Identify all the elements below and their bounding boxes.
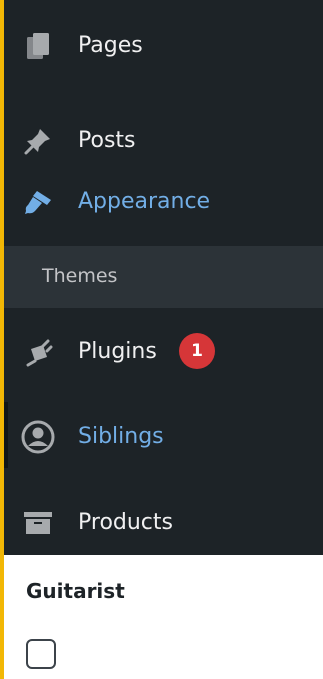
- sidebar-item-label: Appearance: [78, 189, 211, 214]
- sidebar-item-posts[interactable]: Posts: [4, 117, 323, 165]
- sidebar-item-appearance[interactable]: Appearance: [4, 178, 323, 226]
- sidebar-item-plugins[interactable]: Plugins 1: [4, 328, 323, 376]
- submenu-appearance: Themes: [4, 246, 323, 308]
- archive-icon: [21, 506, 55, 540]
- paintbrush-icon: [21, 185, 55, 219]
- screenshot-frame: Pages Posts Appearance Themes Plugins 1 …: [0, 0, 323, 679]
- guitarist-field-label: Guitarist: [26, 579, 125, 603]
- guitarist-checkbox[interactable]: [26, 639, 56, 669]
- sidebar-item-label: Siblings: [78, 424, 164, 449]
- admin-panel: Pages Posts Appearance Themes Plugins 1 …: [4, 0, 323, 679]
- pushpin-icon: [21, 124, 55, 158]
- sidebar-item-label: Pages: [78, 33, 143, 58]
- plugin-update-count-badge: 1: [179, 333, 215, 369]
- sidebar-item-pages[interactable]: Pages: [4, 22, 323, 70]
- sidebar-item-products[interactable]: Products: [4, 499, 323, 547]
- sidebar-item-label: Posts: [78, 128, 136, 153]
- plugin-icon: [21, 335, 55, 369]
- post-options-panel: Guitarist: [4, 555, 323, 679]
- submenu-item-themes[interactable]: Themes: [42, 265, 117, 287]
- sidebar-item-label: Products: [78, 510, 173, 535]
- sidebar-item-siblings[interactable]: Siblings: [4, 413, 323, 461]
- user-circle-icon: [21, 420, 55, 454]
- sidebar-item-label: Plugins: [78, 339, 157, 364]
- admin-sidebar: Pages Posts Appearance Themes Plugins 1 …: [4, 0, 323, 555]
- pages-icon: [21, 29, 55, 63]
